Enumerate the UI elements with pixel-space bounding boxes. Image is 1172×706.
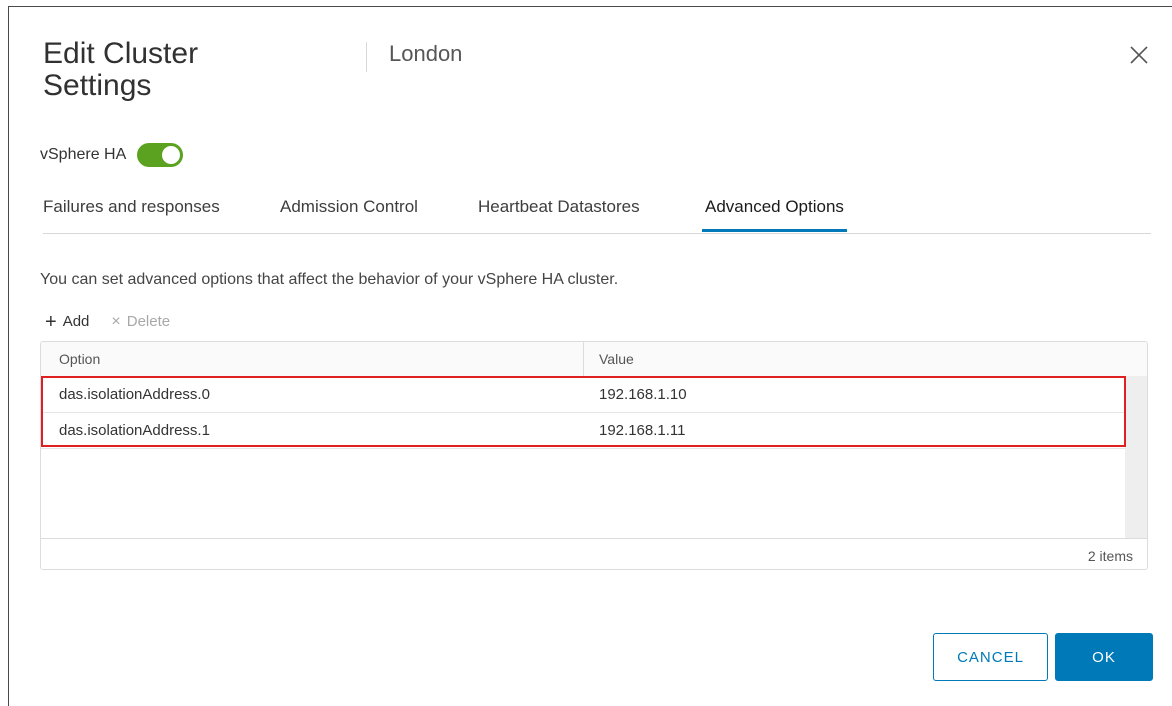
description-text: You can set advanced options that affect… (40, 271, 619, 288)
plus-icon: + (45, 310, 57, 333)
vsphere-ha-label: vSphere HA (40, 146, 127, 163)
tab-failures-and-responses[interactable]: Failures and responses (43, 197, 220, 229)
table-row[interactable]: das.isolationAddress.0 192.168.1.10 (41, 377, 1125, 413)
dialog-title: Edit Cluster Settings (43, 37, 199, 102)
grid-header: Option Value (41, 342, 1147, 377)
dialog-subtitle: London (389, 41, 463, 66)
column-divider[interactable] (583, 342, 584, 376)
grid-scrollbar[interactable] (1125, 376, 1147, 538)
tab-heartbeat-datastores[interactable]: Heartbeat Datastores (478, 197, 640, 229)
option-cell: das.isolationAddress.0 (59, 386, 210, 403)
delete-button[interactable]: × Delete (111, 313, 170, 330)
column-header-option[interactable]: Option (59, 351, 100, 367)
toggle-knob (162, 146, 181, 164)
grid-toolbar: + Add × Delete (45, 310, 170, 333)
cancel-button[interactable]: CANCEL (933, 633, 1048, 681)
tab-admission-control[interactable]: Admission Control (280, 197, 418, 229)
vsphere-ha-toggle[interactable] (137, 143, 184, 167)
add-button[interactable]: + Add (45, 310, 90, 333)
column-header-value[interactable]: Value (599, 351, 634, 367)
tab-bar: Failures and responses Admission Control… (43, 187, 1151, 234)
value-cell: 192.168.1.10 (599, 386, 687, 403)
table-row[interactable]: das.isolationAddress.1 192.168.1.11 (41, 413, 1125, 449)
advanced-options-grid: Option Value das.isolationAddress.0 192.… (40, 341, 1148, 570)
grid-footer: 2 items (41, 538, 1147, 569)
title-divider (366, 42, 367, 72)
delete-label: Delete (126, 313, 171, 330)
ok-button[interactable]: OK (1055, 633, 1153, 681)
edit-cluster-dialog: Edit Cluster Settings London vSphere HA … (8, 6, 1172, 706)
tab-advanced-options[interactable]: Advanced Options (702, 197, 847, 232)
option-cell: das.isolationAddress.1 (59, 422, 210, 439)
item-count: 2 items (1087, 548, 1133, 564)
close-icon[interactable] (1127, 43, 1151, 67)
x-icon: × (111, 312, 121, 330)
add-label: Add (62, 313, 90, 330)
vsphere-ha-row: vSphere HA (40, 143, 184, 167)
value-cell: 192.168.1.11 (599, 422, 686, 439)
